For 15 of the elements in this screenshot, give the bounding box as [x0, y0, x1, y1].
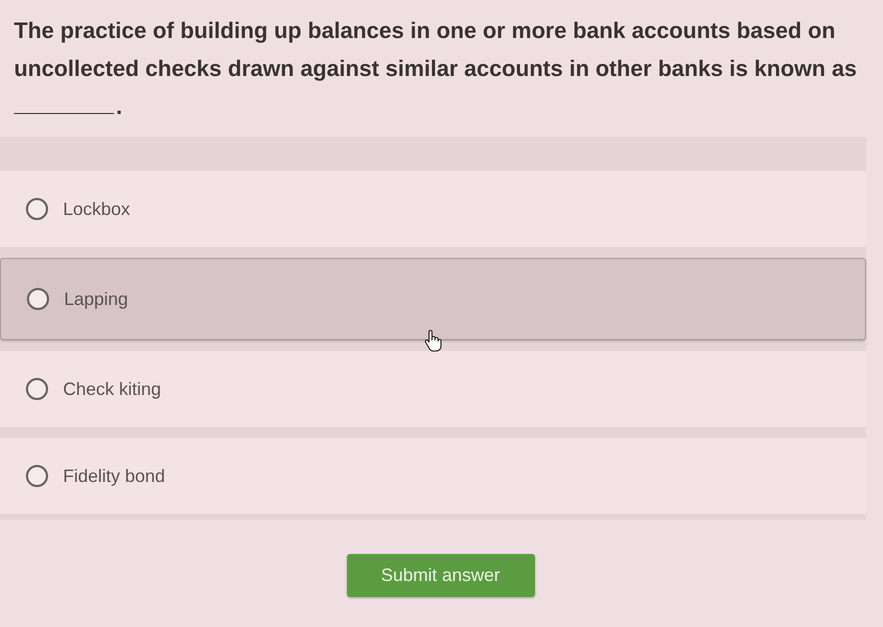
radio-button[interactable]	[25, 464, 49, 488]
pointer-hand-icon	[424, 330, 442, 352]
option-label: Lapping	[64, 288, 128, 311]
answer-option[interactable]: Fidelity bond	[0, 438, 866, 514]
period-text: .	[116, 94, 122, 119]
question-text: The practice of building up balances in one or more bank accounts based on uncollected checks drawn against similar accounts in other banks is known as	[14, 18, 857, 81]
radio-button[interactable]	[25, 377, 49, 401]
option-label: Check kiting	[63, 378, 162, 401]
answer-option[interactable]: Check kiting	[0, 351, 866, 427]
radio-button[interactable]	[25, 197, 49, 221]
option-label: Lockbox	[63, 198, 130, 220]
option-label: Fidelity bond	[63, 464, 166, 488]
radio-button[interactable]	[26, 287, 50, 311]
answer-option[interactable]: Lapping	[0, 258, 866, 340]
answer-option[interactable]: Lockbox	[0, 171, 866, 247]
